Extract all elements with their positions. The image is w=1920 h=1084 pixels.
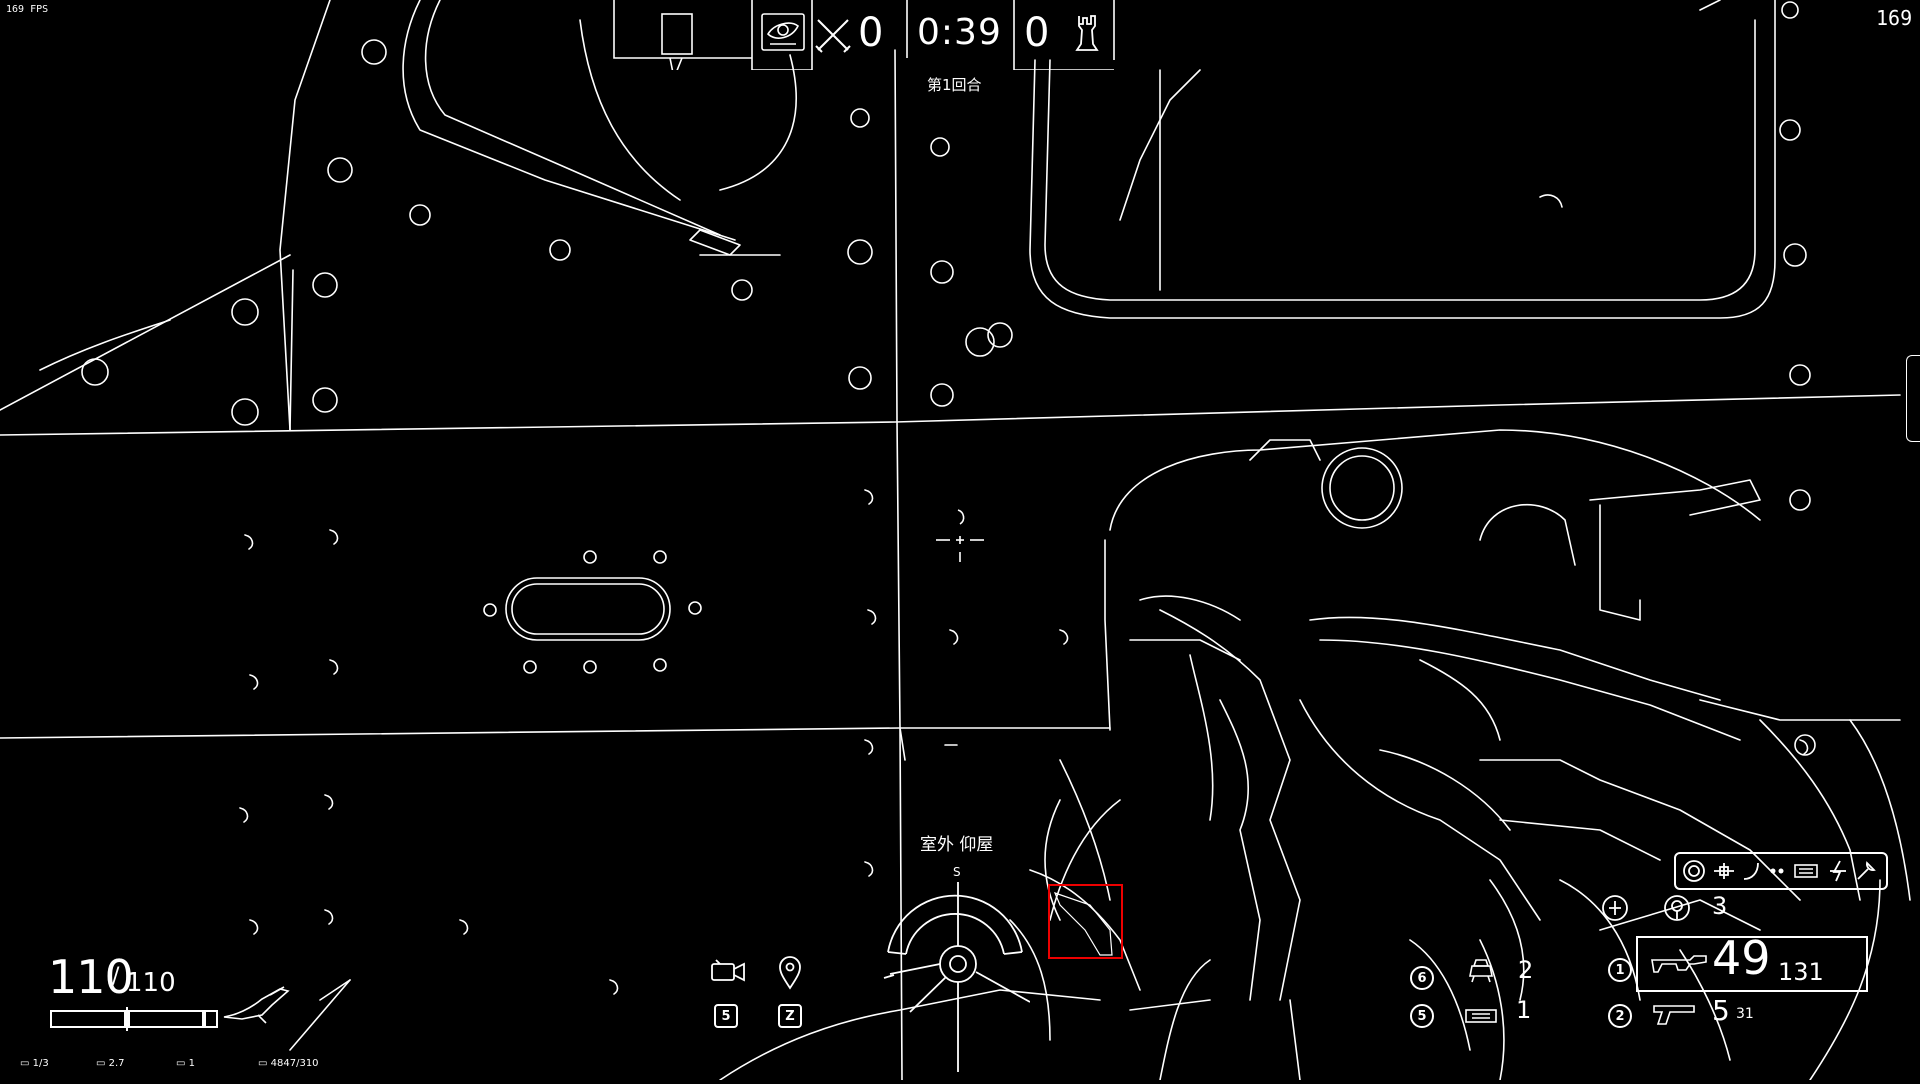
scoreboard: 0 0:39 0 第1回合 [612, 0, 1116, 94]
health-bar-segment [204, 1010, 218, 1028]
operator-gadget-icon [222, 985, 292, 1025]
map-pin-icon[interactable] [778, 956, 802, 990]
left-team-score: 0 [858, 10, 884, 56]
slot-5-count: 1 [1516, 996, 1532, 1024]
stat-c: ▭ 1 [176, 1058, 196, 1069]
gadget-count: 3 [1712, 892, 1728, 920]
stat-d: ▭ 4847/310 [258, 1058, 319, 1069]
health-bar-segment [50, 1010, 126, 1028]
stock-icon[interactable] [1738, 857, 1766, 885]
deployable-icon [1466, 958, 1496, 984]
primary-reserve-ammo: 131 [1778, 958, 1824, 986]
secondary-hotkey: 2 [1608, 1004, 1632, 1028]
crosshair [936, 509, 984, 562]
dot-icon[interactable] [1764, 857, 1792, 885]
ping-hotkey: Z [778, 1004, 802, 1028]
stat-a: ▭ 1/3 [20, 1058, 49, 1069]
slot-5-hotkey: 5 [1410, 1004, 1434, 1028]
laser-icon[interactable] [1824, 857, 1852, 885]
rifle-icon [1650, 950, 1708, 980]
round-label: 第1回合 [927, 76, 982, 94]
secondary-gadget-icon [1600, 893, 1630, 923]
secondary-reserve-ammo: 31 [1736, 1006, 1754, 1022]
location-label: 室外 仰屋 [920, 835, 994, 855]
minimap-compass: S N [880, 862, 1031, 1080]
stat-b: ▭ 2.7 [96, 1058, 125, 1069]
slot-6-count: 2 [1518, 956, 1534, 984]
primary-mag-ammo: 49 [1712, 931, 1771, 985]
operator-eye-icon [760, 12, 806, 52]
health-separator: / [112, 964, 120, 989]
pistol-icon [1650, 1000, 1700, 1026]
health-bar-segment [128, 1010, 204, 1028]
stat-b-value: 2.7 [108, 1058, 125, 1069]
compass-south: S [953, 865, 961, 879]
health-max: 110 [126, 968, 176, 998]
fps-counter: 169 FPS [6, 4, 49, 15]
stat-c-value: 1 [188, 1058, 196, 1069]
health-current: 110 [48, 950, 134, 1004]
attachment-strip [1674, 852, 1888, 890]
stat-a-value: 1/3 [32, 1058, 49, 1069]
fps-counter-right: 169 [1876, 6, 1913, 30]
mag-icon[interactable] [1792, 857, 1820, 885]
slot-6-hotkey: 6 [1410, 966, 1434, 990]
scope-icon[interactable] [1680, 857, 1708, 885]
grip-icon[interactable] [1710, 857, 1738, 885]
crossed-swords-icon [814, 16, 852, 54]
camera-icon[interactable] [710, 958, 746, 986]
stat-d-value: 4847/310 [270, 1058, 319, 1069]
camera-hotkey: 5 [714, 1004, 738, 1028]
wrench-icon[interactable] [1852, 857, 1880, 885]
side-panel-tab[interactable] [1906, 355, 1920, 442]
secondary-mag-ammo: 5 [1712, 994, 1730, 1027]
gadget-icon [1662, 893, 1692, 923]
rook-icon [1072, 12, 1102, 56]
health-bar [50, 1007, 218, 1031]
primary-hotkey: 1 [1608, 958, 1632, 982]
explosive-icon [1464, 1006, 1498, 1026]
round-timer: 0:39 [917, 12, 1002, 53]
right-team-score: 0 [1024, 10, 1050, 56]
